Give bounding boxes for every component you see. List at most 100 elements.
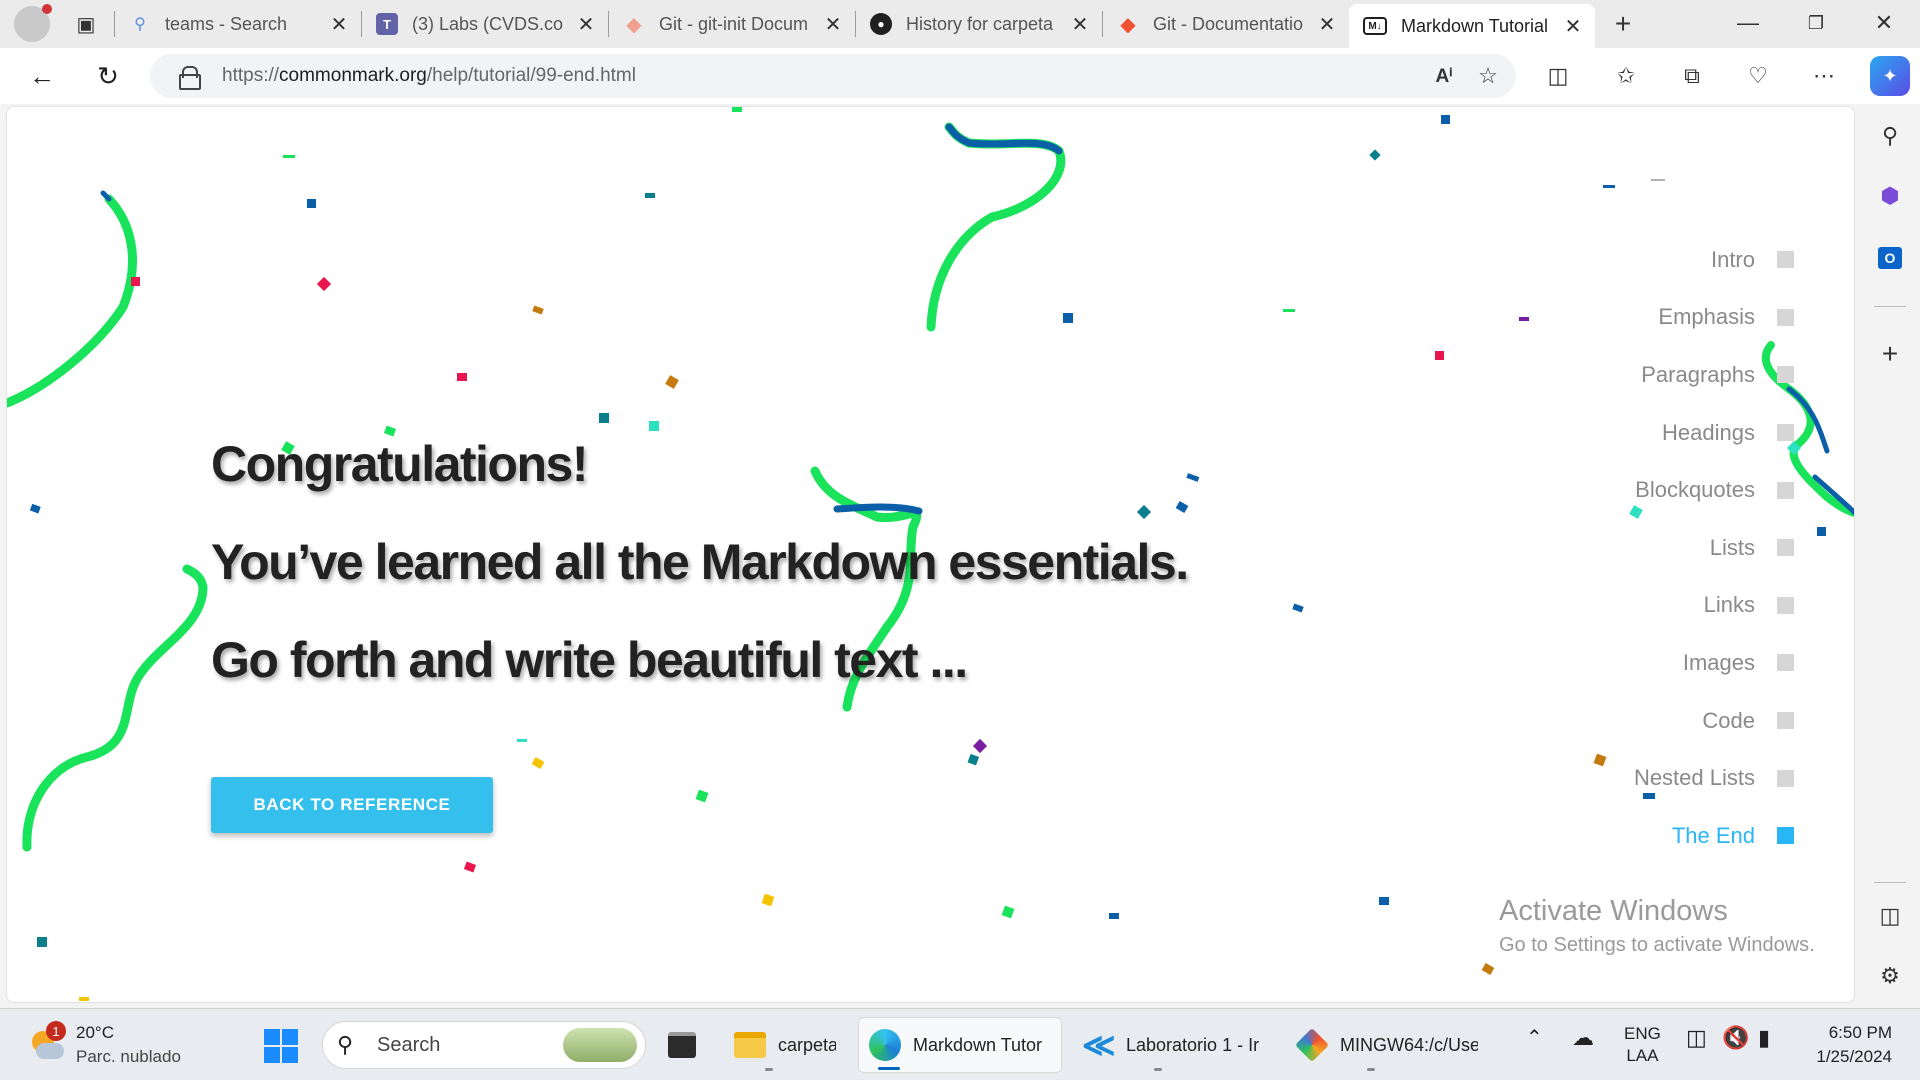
windows-taskbar: 1 20°C Parc. nublado ⚲ Search carpeta Ma… (0, 1008, 1920, 1080)
toc-progress-marker (1777, 366, 1794, 384)
git-icon: ◆ (626, 13, 642, 36)
toc-item-paragraphs[interactable]: Paragraphs (1634, 346, 1794, 404)
watermark-subtitle: Go to Settings to activate Windows. (1499, 934, 1815, 956)
tab-teams-labs[interactable]: T (3) Labs (CVDS.co ✕ (362, 4, 608, 44)
url-text[interactable]: https://commonmark.org/help/tutorial/99-… (222, 65, 1422, 87)
hide-sidebar-icon[interactable]: ◫ (1870, 896, 1910, 936)
url-field[interactable]: https://commonmark.org/help/tutorial/99-… (150, 54, 1516, 98)
toc-item-label: Emphasis (1658, 304, 1755, 330)
toc-item-images[interactable]: Images (1634, 634, 1794, 692)
network-icon[interactable]: ◫ (1686, 1025, 1707, 1051)
favorites-icon[interactable]: ✩ (1606, 60, 1646, 92)
toc-item-lists[interactable]: Lists (1634, 519, 1794, 577)
minimize-button[interactable]: — (1714, 0, 1782, 46)
tab-actions-icon[interactable]: ▣ (66, 4, 106, 44)
browser-essentials-icon[interactable]: ♡ (1738, 60, 1778, 92)
weather-widget[interactable]: 1 20°C Parc. nublado (26, 1021, 181, 1069)
favorite-star-icon[interactable]: ☆ (1466, 54, 1510, 98)
toc-item-label: Paragraphs (1641, 361, 1755, 387)
toc-item-label: Code (1702, 707, 1755, 733)
onedrive-cloud-icon[interactable]: ☁ (1572, 1025, 1594, 1051)
tab-markdown-tutorial[interactable]: M↓ Markdown Tutorial ✕ (1349, 4, 1595, 48)
toc-item-label: Headings (1662, 419, 1755, 445)
tab-teams-search[interactable]: ⚲ teams - Search ✕ (115, 4, 361, 44)
taskbar-app-vscode[interactable]: ≪ Laboratorio 1 - Ir (1072, 1017, 1276, 1073)
close-window-button[interactable]: ✕ (1850, 0, 1918, 46)
toc-item-links[interactable]: Links (1634, 577, 1794, 635)
git-icon: ◆ (1120, 13, 1136, 36)
task-view-button[interactable] (656, 1017, 708, 1073)
go-forth-heading: Go forth and write beautiful text ... (211, 632, 968, 688)
tab-strip: ▣ ⚲ teams - Search ✕ T (3) Labs (CVDS.co… (0, 0, 1920, 48)
teams-icon: T (376, 13, 398, 35)
system-clock[interactable]: 6:50 PM 1/25/2024 (1816, 1021, 1892, 1069)
add-sidebar-app-icon[interactable]: + (1870, 334, 1910, 374)
edge-icon (869, 1029, 901, 1061)
toc-progress-marker (1777, 712, 1794, 730)
toc-item-nested-lists[interactable]: Nested Lists (1634, 749, 1794, 807)
vscode-icon: ≪ (1082, 1027, 1116, 1063)
toc-item-intro[interactable]: Intro (1634, 231, 1794, 289)
toc-progress-marker (1777, 596, 1794, 614)
notification-badge: 1 (46, 1021, 66, 1041)
toc-progress-marker (1777, 539, 1794, 557)
tab-github-history[interactable]: ● History for carpeta ✕ (856, 4, 1102, 44)
taskbar-app-file-explorer[interactable]: carpeta (724, 1017, 846, 1073)
windows-logo-pane (282, 1029, 298, 1045)
search-icon[interactable]: ⚲ (1870, 116, 1910, 156)
new-tab-button[interactable]: + (1601, 4, 1645, 44)
close-tab-icon[interactable]: ✕ (1561, 14, 1585, 39)
close-tab-icon[interactable]: ✕ (1068, 12, 1092, 37)
toc-progress-marker (1777, 481, 1794, 499)
toc-item-label: Blockquotes (1635, 477, 1755, 503)
search-highlight-image (563, 1028, 637, 1062)
page-viewport: Congratulations! You’ve learned all the … (6, 106, 1855, 1003)
windows-logo-pane (264, 1029, 280, 1045)
close-tab-icon[interactable]: ✕ (327, 12, 351, 37)
copilot-icon[interactable]: ✦ (1870, 56, 1910, 96)
show-hidden-icons-chevron-icon[interactable]: ⌃ (1526, 1025, 1543, 1050)
close-tab-icon[interactable]: ✕ (574, 12, 598, 37)
tab-title: Git - Documentatio (1153, 13, 1304, 34)
address-bar: ← ↻ https://commonmark.org/help/tutorial… (0, 48, 1920, 104)
taskbar-app-git-bash[interactable]: MINGW64:/c/Use (1286, 1017, 1488, 1073)
toc-item-the-end[interactable]: The End (1634, 807, 1794, 865)
volume-muted-icon[interactable]: 🔇 (1722, 1025, 1749, 1051)
tab-title: Git - git-init Docum (659, 13, 809, 34)
split-screen-icon[interactable]: ◫ (1538, 60, 1578, 92)
toc-item-label: Lists (1709, 534, 1755, 560)
outlook-icon[interactable]: O (1870, 238, 1910, 278)
read-aloud-icon[interactable]: Aⁱ (1422, 54, 1466, 98)
back-arrow-icon[interactable]: ← (22, 58, 62, 94)
tab-git-documentation[interactable]: ◆ Git - Documentatio ✕ (1103, 4, 1349, 44)
toc-item-headings[interactable]: Headings (1634, 404, 1794, 462)
toc-item-blockquotes[interactable]: Blockquotes (1634, 461, 1794, 519)
clock-time: 6:50 PM (1828, 1023, 1892, 1042)
copilot-pro-icon[interactable]: ⬢ (1870, 176, 1910, 216)
toc-item-label: Intro (1710, 246, 1755, 272)
restore-button[interactable]: ❐ (1782, 0, 1850, 46)
tab-title: (3) Labs (CVDS.co (412, 13, 564, 34)
essentials-heading: You’ve learned all the Markdown essentia… (211, 534, 1189, 590)
battery-icon[interactable]: ▮ (1758, 1025, 1770, 1051)
close-tab-icon[interactable]: ✕ (821, 12, 845, 37)
settings-gear-icon[interactable]: ⚙ (1870, 956, 1910, 996)
language-indicator[interactable]: ENG LAA (1624, 1023, 1661, 1067)
collections-icon[interactable]: ⧉ (1672, 60, 1712, 92)
congratulations-heading: Congratulations! (211, 436, 588, 492)
back-to-reference-button[interactable]: BACK TO REFERENCE (211, 777, 493, 833)
taskbar-search[interactable]: ⚲ Search (322, 1021, 646, 1069)
lock-icon[interactable] (178, 66, 201, 90)
more-menu-icon[interactable]: ⋯ (1804, 60, 1844, 92)
profile-avatar[interactable] (14, 4, 52, 42)
start-button[interactable] (264, 1029, 298, 1063)
close-tab-icon[interactable]: ✕ (1315, 12, 1339, 37)
refresh-icon[interactable]: ↻ (88, 58, 128, 94)
taskbar-app-edge[interactable]: Markdown Tutor (858, 1017, 1062, 1073)
weather-cloud-shape (36, 1043, 64, 1059)
toc-progress-marker (1777, 654, 1794, 672)
git-bash-icon (1295, 1028, 1329, 1062)
toc-item-code[interactable]: Code (1634, 692, 1794, 750)
tab-git-init[interactable]: ◆ Git - git-init Docum ✕ (609, 4, 855, 44)
toc-item-emphasis[interactable]: Emphasis (1634, 289, 1794, 347)
